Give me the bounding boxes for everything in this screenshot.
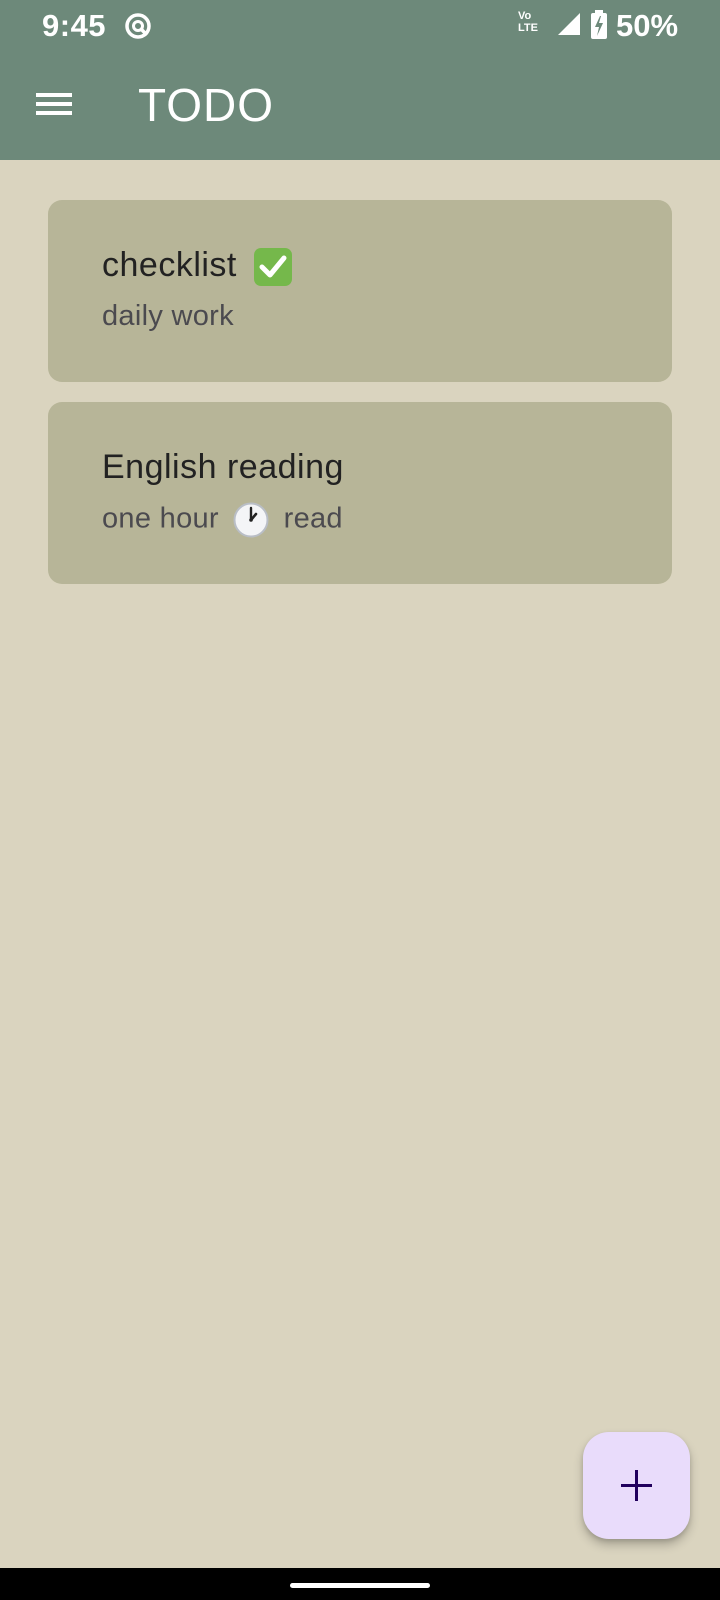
- app-notification-icon: [125, 13, 151, 39]
- todo-card[interactable]: checklist daily work: [48, 200, 672, 382]
- signal-icon: [558, 13, 580, 35]
- battery-percentage: 50%: [616, 8, 679, 43]
- volte-bottom-label: LTE: [518, 22, 538, 34]
- battery-charging-icon: [591, 10, 607, 39]
- menu-button[interactable]: [28, 78, 80, 130]
- todo-subtitle-suffix: read: [283, 502, 343, 535]
- todo-card[interactable]: English reading one hour read: [48, 402, 672, 584]
- clock-icon: [233, 502, 269, 538]
- system-navigation-bar: [0, 1568, 720, 1600]
- page-title: TODO: [138, 79, 275, 131]
- todo-title: English reading: [102, 448, 344, 486]
- todo-title: checklist: [102, 246, 293, 287]
- todo-title-text: checklist: [102, 246, 237, 284]
- status-time: 9:45: [42, 8, 107, 43]
- todo-subtitle: one hour read: [102, 502, 343, 538]
- app-bar: TODO: [0, 52, 720, 160]
- check-mark-icon: [253, 248, 292, 287]
- todo-subtitle-prefix: one hour: [102, 502, 219, 535]
- todo-list: checklist daily work English reading one…: [48, 200, 672, 604]
- status-bar: 9:45 Vo LTE 50%: [0, 0, 720, 52]
- home-handle[interactable]: [290, 1583, 430, 1588]
- add-todo-button[interactable]: [583, 1432, 690, 1539]
- volte-icon: Vo LTE: [518, 10, 548, 40]
- todo-subtitle: daily work: [102, 300, 234, 332]
- volte-top-label: Vo: [518, 10, 532, 22]
- plus-icon: [621, 1470, 652, 1501]
